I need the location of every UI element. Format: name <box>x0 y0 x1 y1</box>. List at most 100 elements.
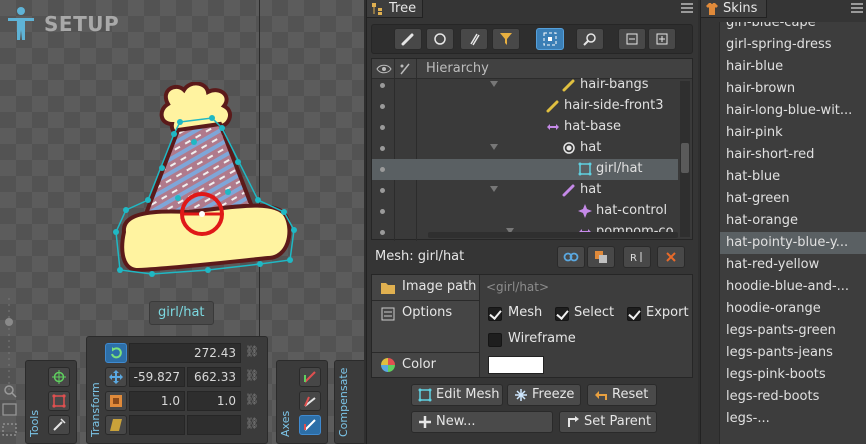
freeze-button[interactable]: Freeze <box>507 384 581 406</box>
skin-item[interactable]: hat-pointy-blue-y... <box>720 232 866 254</box>
tree-row[interactable]: hair-bangs <box>372 75 678 96</box>
skin-item[interactable]: legs-pink-boots <box>720 364 866 386</box>
tool-pose-button[interactable] <box>48 367 70 387</box>
rotate-button[interactable] <box>105 343 127 363</box>
filter-constraints-button[interactable] <box>492 28 520 50</box>
skin-item[interactable]: hoodie-orange <box>720 298 866 320</box>
mesh-link-button[interactable] <box>557 246 585 268</box>
tree-row[interactable]: girl/hat <box>372 159 678 180</box>
shear-x-field[interactable] <box>129 415 185 435</box>
keying-icon[interactable] <box>398 62 412 76</box>
tree-panel-menu-icon[interactable] <box>681 3 693 13</box>
filter-slots-button[interactable] <box>426 28 454 50</box>
translate-button[interactable] <box>105 367 127 387</box>
tree-row[interactable]: hat-base <box>372 117 678 138</box>
tool-weights-button[interactable] <box>48 391 70 411</box>
wireframe-checkbox[interactable] <box>488 333 502 347</box>
skins-panel-menu-icon[interactable] <box>851 3 863 13</box>
color-wheel-icon <box>381 358 395 372</box>
find-button[interactable] <box>576 28 604 50</box>
tree-row[interactable]: hat <box>372 138 678 159</box>
scale-lock-icon[interactable]: ⛓ <box>245 393 259 409</box>
hierarchy-scroll-thumb[interactable] <box>681 143 689 173</box>
skin-item[interactable]: girl-blue-cape <box>720 22 866 34</box>
skin-item[interactable]: hoodie-blue-and-... <box>720 276 866 298</box>
skin-item[interactable]: hair-pink <box>720 122 866 144</box>
select-checkbox[interactable] <box>555 307 569 321</box>
visibility-dot[interactable] <box>380 104 385 109</box>
tree-row[interactable]: hat <box>372 180 678 201</box>
frame-selection-button[interactable] <box>536 28 564 50</box>
tab-tree[interactable]: Tree <box>367 0 423 18</box>
scale-x-field[interactable]: 1.0 <box>129 391 185 411</box>
skin-item[interactable]: hair-blue <box>720 56 866 78</box>
transform-panel: Transform 272.43 ⛓ -59.827 662.33 ⛓ 1.0 … <box>86 336 268 444</box>
tab-skins[interactable]: Skins <box>701 0 767 18</box>
filter-bones-button[interactable] <box>394 28 422 50</box>
skin-item[interactable]: hat-green <box>720 188 866 210</box>
visibility-dot[interactable] <box>380 230 385 235</box>
visibility-eye-icon[interactable] <box>376 62 392 76</box>
skin-item[interactable]: hat-orange <box>720 210 866 232</box>
visibility-dot[interactable] <box>380 83 385 88</box>
expand-arrow-icon[interactable] <box>490 144 498 150</box>
zoom-slider[interactable] <box>2 296 16 396</box>
tree-row[interactable]: hair-side-front3 <box>372 96 678 117</box>
zoom-icon[interactable] <box>1 384 19 442</box>
viewport[interactable]: SETUP girl/hat Tools Transform 272.43 ⛓ … <box>0 0 364 444</box>
skin-item[interactable]: hat-red-yellow <box>720 254 866 276</box>
skin-item[interactable]: hair-short-red <box>720 144 866 166</box>
skin-item[interactable]: hat-blue <box>720 166 866 188</box>
export-checkbox[interactable] <box>627 307 641 321</box>
visibility-dot[interactable] <box>380 209 385 214</box>
filter-attachments-button[interactable] <box>460 28 488 50</box>
collapse-button[interactable] <box>618 28 646 50</box>
scale-y-field[interactable]: 1.0 <box>187 391 241 411</box>
tool-create-button[interactable] <box>48 415 70 435</box>
expand-arrow-icon[interactable] <box>490 186 498 192</box>
hierarchy-tree[interactable]: Hierarchy hair-bangs hair-side-front3 hat-… <box>371 58 693 241</box>
visibility-dot[interactable] <box>380 188 385 193</box>
hierarchy-hscrollbar[interactable] <box>428 232 678 238</box>
visibility-dot[interactable] <box>380 146 385 151</box>
hat-mesh-artwork[interactable] <box>108 82 308 282</box>
skin-item[interactable]: hair-long-blue-wit... <box>720 100 866 122</box>
skins-list[interactable]: girl-blue-cape girl-spring-dress hair-blue… <box>719 22 866 444</box>
skin-item[interactable]: legs-red-boots <box>720 386 866 408</box>
skin-item[interactable]: legs-pants-green <box>720 320 866 342</box>
image-path-field[interactable]: <girl/hat> <box>486 280 549 294</box>
mesh-delete-button[interactable] <box>657 246 685 268</box>
edit-mesh-button[interactable]: Edit Mesh <box>411 384 503 406</box>
skin-item[interactable]: girl-spring-dress <box>720 34 866 56</box>
tree-row[interactable]: hat-control <box>372 201 678 222</box>
skin-item[interactable]: legs-... <box>720 408 866 430</box>
skin-item[interactable]: hair-brown <box>720 78 866 100</box>
set-parent-button[interactable]: Set Parent <box>559 411 657 433</box>
new-button[interactable]: New... <box>411 411 553 433</box>
mesh-duplicate-button[interactable] <box>587 246 615 268</box>
translate-x-field[interactable]: -59.827 <box>129 367 185 387</box>
skin-item[interactable]: legs-pants-jeans <box>720 342 866 364</box>
expand-button[interactable] <box>648 28 676 50</box>
mesh-checkbox[interactable] <box>488 307 502 321</box>
skins-shirt-icon <box>706 3 718 15</box>
scale-button[interactable] <box>105 391 127 411</box>
hierarchy-scrollbar[interactable] <box>680 81 690 237</box>
axes-parent-button[interactable] <box>299 391 321 411</box>
axes-world-button[interactable] <box>299 415 321 435</box>
translate-y-field[interactable]: 662.33 <box>187 367 241 387</box>
rotate-field[interactable]: 272.43 <box>129 343 241 363</box>
shear-lock-icon[interactable]: ⛓ <box>245 417 259 433</box>
expand-arrow-icon[interactable] <box>490 81 498 87</box>
visibility-dot[interactable] <box>380 125 385 130</box>
shear-y-field[interactable] <box>187 415 241 435</box>
mesh-rename-button[interactable]: R <box>623 246 651 268</box>
duplicate-icon <box>595 251 607 263</box>
shear-button[interactable] <box>105 415 127 435</box>
translate-lock-icon[interactable]: ⛓ <box>245 369 259 385</box>
rotate-lock-icon[interactable]: ⛓ <box>245 345 259 361</box>
visibility-dot[interactable] <box>380 167 385 172</box>
axes-local-button[interactable] <box>299 367 321 387</box>
color-swatch[interactable] <box>488 356 544 374</box>
reset-button[interactable]: Reset <box>587 384 657 406</box>
